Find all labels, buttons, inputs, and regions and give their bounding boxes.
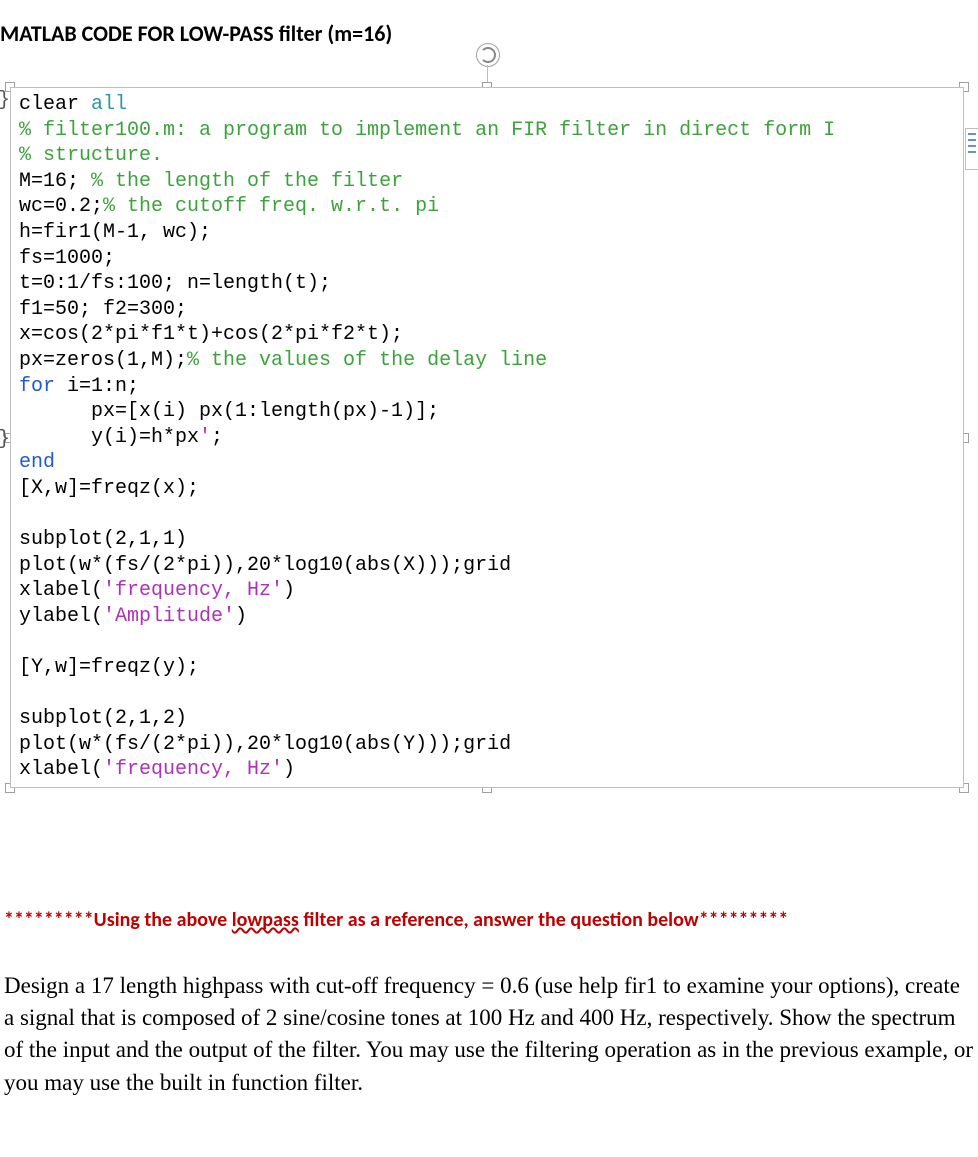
code-line: [Y,w]=freqz(y); (19, 656, 199, 679)
code-line: xlabel( (19, 579, 103, 602)
code-line: y(i)=h*px (19, 426, 199, 449)
code-line: ) (235, 605, 247, 628)
code-line: t=0:1/fs:100; n=length(t); (19, 272, 331, 295)
ref-text-a: Using the above (94, 908, 232, 932)
code-line: wc=0.2; (19, 195, 103, 218)
code-line: ylabel( (19, 605, 103, 628)
code-line: subplot(2,1,2) (19, 707, 187, 730)
code-string: 'frequency, Hz' (103, 758, 283, 781)
code-keyword: for (19, 375, 67, 398)
code-line: i=1:n; (67, 375, 139, 398)
ref-text-underlined: lowpass (232, 908, 299, 932)
code-token: ' (199, 426, 211, 449)
rotate-stem (487, 65, 488, 82)
code-line: plot(w*(fs/(2*pi)),20*log10(abs(Y)));gri… (19, 733, 511, 756)
code-comment: % the cutoff freq. w.r.t. pi (103, 195, 439, 218)
frame-bracket-left-mid: } (0, 428, 10, 451)
code-token: all (91, 93, 127, 116)
code-line: x=cos(2*pi*f1*t)+cos(2*pi*f2*t); (19, 323, 403, 346)
code-line: [X,w]=freqz(x); (19, 477, 199, 500)
code-comment: % structure. (19, 144, 163, 167)
code-line: px=[x(i) px(1:length(px)-1)]; (19, 400, 439, 423)
code-line: ) (283, 579, 295, 602)
ref-text-c: filter as a reference, answer the questi… (299, 908, 699, 932)
code-line: fs=1000; (19, 247, 115, 270)
code-line: ) (283, 758, 295, 781)
code-line: xlabel( (19, 758, 103, 781)
code-line: subplot(2,1,1) (19, 528, 187, 551)
question-text: Design a 17 length highpass with cut-off… (4, 970, 974, 1099)
frame-bracket-left-top: } (0, 89, 10, 112)
code-line: f1=50; f2=300; (19, 298, 187, 321)
rotate-handle-icon[interactable] (476, 43, 500, 67)
asterisks-right: ********* (699, 908, 789, 932)
reference-instruction: *********Using the above lowpass filter … (4, 908, 974, 932)
code-line: h=fir1(M-1, wc); (19, 221, 211, 244)
code-comment: % filter100.m: a program to implement an… (19, 119, 835, 142)
code-line: M=16; (19, 170, 91, 193)
code-line: px=zeros(1,M); (19, 349, 187, 372)
code-comment: % the values of the delay line (187, 349, 547, 372)
code-line: clear (19, 93, 91, 116)
code-comment: % the length of the filter (91, 170, 403, 193)
code-frame[interactable]: } } clear all % filter100.m: a program t… (10, 87, 964, 788)
code-content: clear all % filter100.m: a program to im… (10, 87, 964, 788)
asterisks-left: ********* (4, 908, 94, 932)
code-line: plot(w*(fs/(2*pi)),20*log10(abs(X)));gri… (19, 554, 511, 577)
code-string: 'Amplitude' (103, 605, 235, 628)
code-keyword: end (19, 451, 55, 474)
side-tab[interactable] (965, 128, 978, 170)
code-string: 'frequency, Hz' (103, 579, 283, 602)
code-line: ; (211, 426, 223, 449)
